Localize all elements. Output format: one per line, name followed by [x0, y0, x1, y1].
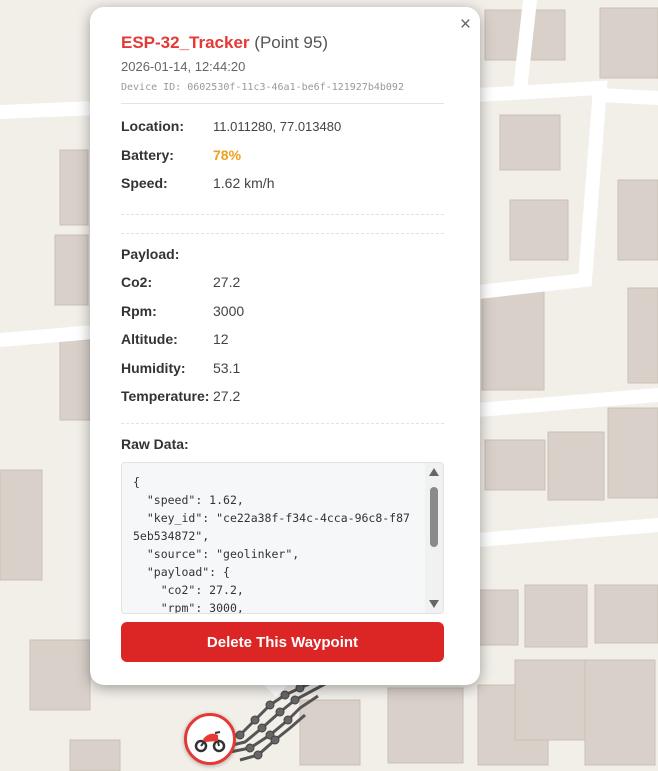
field-row: Location: 11.011280, 77.013480 — [121, 118, 444, 147]
device-name: ESP-32_Tracker — [121, 33, 250, 52]
device-id: Device ID: 0602530f-11c3-46a1-be6f-12192… — [121, 82, 404, 93]
track-point[interactable] — [283, 715, 293, 725]
map-building — [617, 179, 658, 261]
divider — [121, 213, 444, 215]
map-building — [59, 149, 89, 226]
vehicle-marker[interactable] — [184, 713, 236, 765]
field-value: 1.62 km/h — [213, 175, 275, 191]
field-label: Battery: — [121, 146, 174, 163]
battery-value: 78% — [213, 146, 242, 163]
payload-value: 27.2 — [213, 274, 241, 290]
raw-data-scrollbar[interactable] — [425, 462, 443, 613]
scroll-down-icon[interactable] — [429, 599, 439, 608]
track-point[interactable] — [250, 715, 260, 725]
payload-row: Altitude: 12 — [121, 331, 444, 360]
map-road — [0, 324, 103, 348]
map-building — [59, 339, 91, 421]
payload-row: Humidity: 53.1 — [121, 360, 444, 389]
map-building — [29, 639, 91, 711]
divider — [121, 232, 444, 234]
divider — [121, 422, 444, 424]
map-building — [547, 431, 605, 501]
payload-section: Payload: Co2: 27.2 Rpm: 3000 Altitude: 1… — [121, 246, 444, 417]
close-icon[interactable]: × — [460, 15, 471, 34]
map-road — [0, 100, 103, 120]
waypoint-popup: × ESP-32_Tracker (Point 95) 2026-01-14, … — [90, 7, 480, 685]
map-building — [584, 659, 656, 766]
map-building — [627, 287, 658, 384]
divider — [121, 103, 444, 104]
map-building — [54, 234, 89, 306]
payload-row: Rpm: 3000 — [121, 303, 444, 332]
map-building — [477, 589, 519, 646]
map-building — [69, 739, 121, 771]
popup-title: ESP-32_Tracker (Point 95) — [121, 33, 444, 53]
payload-value: 3000 — [213, 302, 245, 319]
map-building — [509, 199, 569, 261]
field-row: Speed: 1.62 km/h — [121, 175, 444, 204]
track-point[interactable] — [253, 750, 263, 760]
field-row: Battery: 78% — [121, 147, 444, 176]
field-value: 11.011280, 77.013480 — [213, 119, 342, 134]
map-building — [387, 687, 464, 764]
map-building — [514, 659, 591, 741]
map-building — [299, 699, 361, 766]
scroll-thumb[interactable] — [430, 486, 438, 547]
track-point[interactable] — [265, 700, 275, 710]
map-building — [594, 584, 658, 644]
track-point[interactable] — [295, 683, 305, 693]
raw-data-text[interactable]: { "speed": 1.62, "key_id": "ce22a38f-f34… — [122, 463, 443, 613]
raw-data-label: Raw Data: — [121, 435, 189, 452]
raw-data-box[interactable]: { "speed": 1.62, "key_id": "ce22a38f-f34… — [121, 461, 444, 614]
payload-key: Rpm: — [121, 302, 157, 319]
payload-key: Humidity: — [121, 359, 186, 376]
payload-key: Altitude: — [121, 331, 178, 347]
map-building — [484, 439, 546, 491]
map-building — [607, 407, 658, 499]
popup-tip — [262, 683, 290, 697]
payload-row: Temperature: 27.2 — [121, 388, 444, 417]
scroll-up-icon[interactable] — [429, 467, 439, 476]
payload-value: 12 — [213, 331, 229, 347]
map-building — [599, 7, 658, 79]
map-building — [481, 289, 545, 391]
timestamp: 2026-01-14, 12:44:20 — [121, 59, 246, 74]
field-label: Speed: — [121, 175, 168, 191]
payload-key: Temperature: — [121, 388, 210, 404]
track-point[interactable] — [270, 735, 280, 745]
payload-value: 53.1 — [213, 359, 241, 376]
track-point[interactable] — [257, 723, 267, 733]
track-point[interactable] — [275, 707, 285, 717]
info-fields: Location: 11.011280, 77.013480 Battery: … — [121, 118, 444, 204]
map-building — [524, 584, 588, 648]
motorcycle-icon — [194, 731, 226, 753]
track-point[interactable] — [245, 743, 255, 753]
point-label: (Point 95) — [254, 33, 328, 52]
map-road — [512, 0, 538, 98]
payload-label: Payload: — [121, 245, 180, 262]
map-building — [0, 469, 43, 581]
payload-row: Co2: 27.2 — [121, 274, 444, 303]
track-point[interactable] — [290, 695, 300, 705]
payload-header: Payload: — [121, 246, 444, 275]
payload-key: Co2: — [121, 274, 153, 290]
map-road — [592, 87, 658, 106]
field-label: Location: — [121, 118, 184, 134]
map-building — [499, 114, 561, 171]
delete-waypoint-button[interactable]: Delete This Waypoint — [121, 622, 444, 662]
payload-value: 27.2 — [213, 388, 241, 404]
track-point[interactable] — [235, 730, 245, 740]
